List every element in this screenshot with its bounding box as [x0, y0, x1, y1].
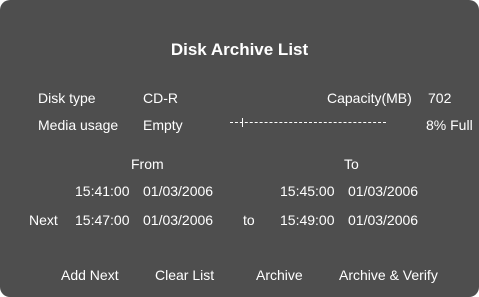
slider-thumb[interactable] [242, 118, 243, 127]
archive-verify-button[interactable]: Archive & Verify [339, 267, 438, 283]
current-to-date: 01/03/2006 [348, 183, 419, 199]
next-from-time[interactable]: 15:47:00 [75, 212, 130, 228]
next-label: Next [29, 212, 58, 228]
current-from-date: 01/03/2006 [143, 183, 214, 199]
disk-type-value: CD-R [143, 90, 178, 106]
next-to-time[interactable]: 15:49:00 [280, 212, 335, 228]
media-usage-slider[interactable] [230, 118, 386, 127]
from-header: From [131, 156, 164, 172]
capacity-value: 702 [428, 90, 452, 106]
dialog-title: Disk Archive List [170, 40, 309, 59]
next-from-date[interactable]: 01/03/2006 [143, 212, 213, 228]
slider-track [230, 122, 386, 123]
add-next-button[interactable]: Add Next [61, 267, 119, 283]
current-from-time: 15:41:00 [75, 183, 130, 199]
disk-archive-panel: Disk Archive List Disk type CD-R Capacit… [0, 0, 479, 297]
usage-percent: 8% Full [426, 117, 473, 133]
capacity-label: Capacity(MB) [327, 90, 412, 106]
next-to-label: to [243, 212, 255, 228]
clear-list-button[interactable]: Clear List [155, 267, 214, 283]
media-usage-value: Empty [143, 117, 183, 133]
current-to-time: 15:45:00 [280, 183, 335, 199]
archive-button[interactable]: Archive [256, 267, 303, 283]
to-header: To [344, 156, 359, 172]
disk-type-label: Disk type [38, 90, 96, 106]
media-usage-label: Media usage [38, 117, 119, 133]
next-to-date[interactable]: 01/03/2006 [348, 212, 418, 228]
